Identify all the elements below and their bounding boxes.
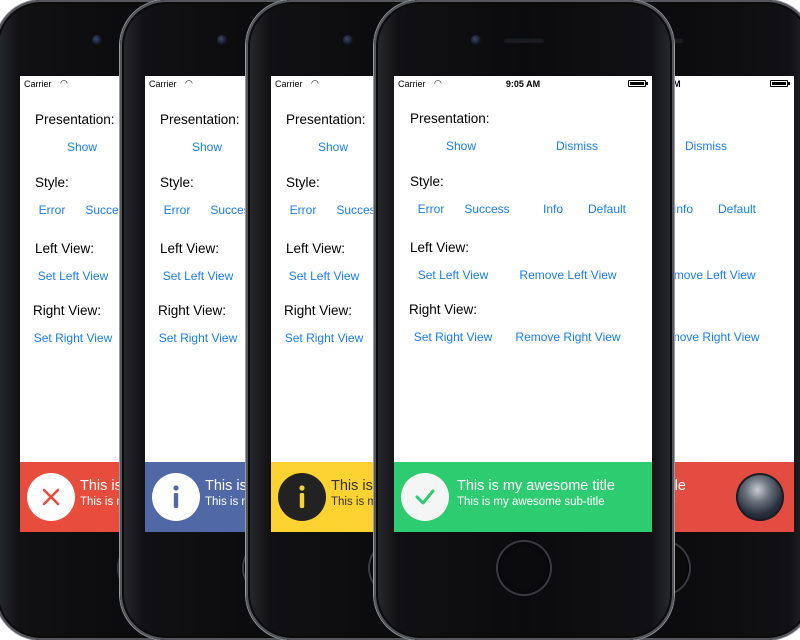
style-error-button[interactable]: Error — [39, 203, 66, 217]
set-left-view-button[interactable]: Set Left View — [418, 268, 489, 282]
left-view-label: Left View: — [286, 241, 346, 256]
style-label: Style: — [286, 175, 320, 190]
wifi-icon: ◠ — [185, 78, 193, 88]
screen: Carrier ◠ 9:05 AM Presentation: Show Dis… — [394, 76, 652, 532]
carrier-label: Carrier — [149, 79, 177, 89]
presentation-label: Presentation: — [410, 111, 490, 126]
info-icon — [152, 473, 200, 521]
style-error-button[interactable]: Error — [418, 202, 445, 216]
style-success-button[interactable]: Success — [464, 202, 509, 216]
remove-right-view-button[interactable]: Remove Right View — [515, 330, 620, 344]
dismiss-button[interactable]: Dismiss — [556, 139, 598, 153]
style-error-button[interactable]: Error — [164, 203, 191, 217]
set-right-view-button[interactable]: Set Right View — [159, 331, 238, 345]
style-default-button[interactable]: Default — [588, 202, 626, 216]
style-error-button[interactable]: Error — [290, 203, 317, 217]
check-icon — [401, 473, 449, 521]
speaker — [503, 37, 545, 43]
style-info-button[interactable]: Info — [673, 202, 693, 216]
close-icon — [27, 473, 75, 521]
notification-banner[interactable]: This is my awesome title This is my awes… — [394, 462, 652, 532]
right-view-label: Right View: — [33, 303, 102, 318]
presentation-label: Presentation: — [286, 112, 366, 127]
home-button[interactable] — [498, 542, 550, 594]
clock: 9:05 AM — [505, 79, 541, 89]
style-default-button[interactable]: Default — [718, 202, 756, 216]
camera — [471, 35, 481, 45]
info-icon — [278, 473, 326, 521]
style-label: Style: — [35, 175, 69, 190]
right-view-label: Right View: — [158, 303, 227, 318]
camera — [343, 35, 353, 45]
right-view-label: Right View: — [284, 303, 353, 318]
phone-4: Carrier ◠ 9:05 AM Presentation: Show Dis… — [374, 0, 674, 640]
dismiss-button[interactable]: Dismiss — [685, 139, 727, 153]
presentation-label: Presentation: — [160, 112, 240, 127]
set-left-view-button[interactable]: Set Left View — [163, 269, 234, 283]
right-view-label: Right View: — [409, 302, 478, 317]
camera — [217, 35, 227, 45]
left-view-label: Left View: — [35, 241, 95, 256]
battery-icon — [770, 80, 790, 87]
wifi-icon: ◠ — [311, 78, 319, 88]
camera — [92, 35, 102, 45]
style-label: Style: — [410, 174, 444, 189]
set-left-view-button[interactable]: Set Left View — [289, 269, 360, 283]
carrier-label: Carrier — [275, 79, 303, 89]
show-button[interactable]: Show — [446, 139, 476, 153]
avatar — [736, 473, 784, 521]
set-left-view-button[interactable]: Set Left View — [38, 269, 109, 283]
remove-left-view-button[interactable]: Remove Left View — [519, 268, 616, 282]
show-button[interactable]: Show — [67, 140, 97, 154]
show-button[interactable]: Show — [318, 140, 348, 154]
set-right-view-button[interactable]: Set Right View — [34, 331, 113, 345]
presentation-label: Presentation: — [35, 112, 115, 127]
banner-title: This is my awesome title — [457, 478, 615, 494]
left-view-label: Left View: — [160, 241, 220, 256]
set-right-view-button[interactable]: Set Right View — [414, 330, 493, 344]
status-bar: Carrier ◠ 9:05 AM — [394, 76, 652, 92]
style-info-button[interactable]: Info — [543, 202, 563, 216]
battery-icon — [628, 80, 648, 87]
carrier-label: Carrier — [24, 79, 52, 89]
left-view-label: Left View: — [410, 240, 470, 255]
banner-subtitle: This is my awesome sub-title — [457, 496, 605, 508]
set-right-view-button[interactable]: Set Right View — [285, 331, 364, 345]
wifi-icon: ◠ — [60, 78, 68, 88]
style-label: Style: — [160, 175, 194, 190]
show-button[interactable]: Show — [192, 140, 222, 154]
